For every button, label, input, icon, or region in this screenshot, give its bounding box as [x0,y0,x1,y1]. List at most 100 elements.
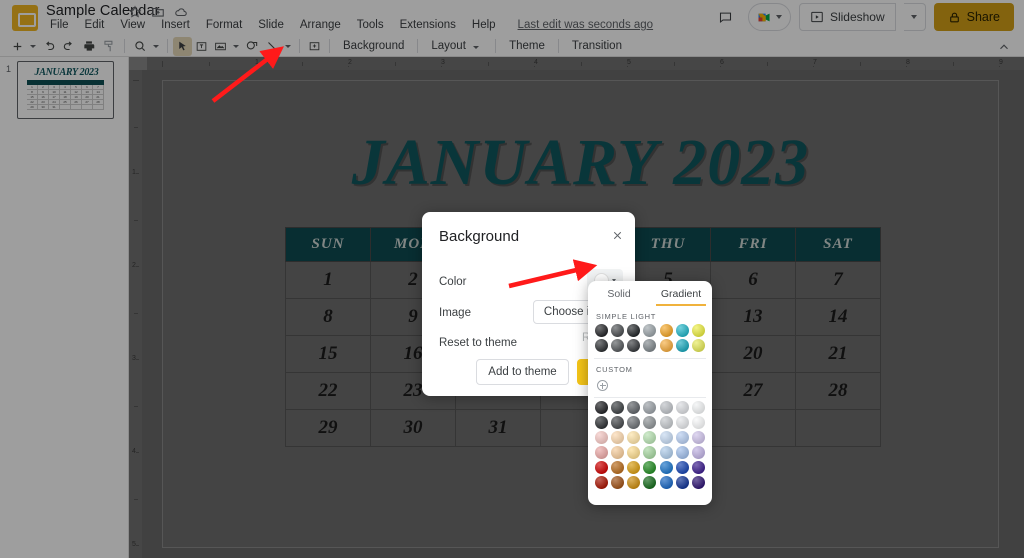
color-swatch[interactable] [643,324,657,337]
slideshow-button[interactable]: Slideshow [798,3,896,31]
tab-solid[interactable]: Solid [588,281,650,306]
calendar-day-cell[interactable]: 14 [795,298,881,336]
menu-edit[interactable]: Edit [77,19,113,31]
color-swatch[interactable] [643,339,657,352]
calendar-day-cell[interactable]: 7 [795,261,881,299]
color-picker-popup[interactable]: Solid Gradient SIMPLE LIGHT CUSTOM [588,281,712,505]
custom-color-swatch[interactable] [611,401,625,414]
slide-thumbnail[interactable]: JANUARY 2023 1 2 3 4 5 6 7 8 9 10 11 12 13 14 15 16 17 18… [17,61,114,119]
color-swatch[interactable] [659,339,673,352]
calendar-day-cell[interactable]: 1 [285,261,371,299]
custom-color-swatch[interactable] [595,431,609,444]
custom-color-swatch[interactable] [675,416,689,429]
custom-color-swatch[interactable] [691,401,705,414]
custom-color-swatch[interactable] [691,446,705,459]
custom-color-swatch[interactable] [595,461,609,474]
custom-color-swatch[interactable] [691,476,705,489]
custom-color-swatch[interactable] [643,416,657,429]
new-slide-icon[interactable] [8,37,27,56]
custom-color-swatch[interactable] [643,476,657,489]
horizontal-ruler[interactable]: 1 2 3 4 5 6 7 8 9 [129,57,1024,70]
calendar-day-cell[interactable]: 13 [710,298,796,336]
custom-color-swatch[interactable] [659,431,673,444]
select-cursor-icon[interactable] [173,36,192,56]
color-swatch[interactable] [595,324,609,337]
color-swatch[interactable] [627,339,641,352]
insert-line-caret-icon[interactable] [285,44,291,48]
color-swatch[interactable] [659,324,673,337]
calendar-day-cell[interactable]: 31 [455,409,541,447]
custom-color-swatch[interactable] [691,461,705,474]
custom-color-swatch[interactable] [675,446,689,459]
custom-color-swatch[interactable] [659,416,673,429]
zoom-caret-icon[interactable] [153,44,159,48]
move-to-folder-icon[interactable] [151,5,165,19]
slideshow-caret-button[interactable] [903,3,926,31]
insert-image-caret-icon[interactable] [233,44,239,48]
print-icon[interactable] [79,37,99,56]
color-swatch[interactable] [611,324,625,337]
custom-color-swatch[interactable] [611,446,625,459]
custom-color-swatch[interactable] [627,461,641,474]
menu-insert[interactable]: Insert [153,19,198,31]
custom-color-swatch[interactable] [691,416,705,429]
calendar-day-cell[interactable]: 28 [795,372,881,410]
star-icon[interactable] [128,5,142,19]
custom-color-swatch[interactable] [691,431,705,444]
comment-icon[interactable] [305,37,324,56]
transition-button[interactable]: Transition [564,40,630,52]
custom-color-swatch[interactable] [643,401,657,414]
calendar-day-cell[interactable]: 8 [285,298,371,336]
new-slide-caret-icon[interactable] [30,44,36,48]
menu-help[interactable]: Help [464,19,504,31]
calendar-day-cell[interactable]: 29 [285,409,371,447]
calendar-day-cell[interactable] [795,409,881,447]
calendar-day-cell[interactable]: 15 [285,335,371,373]
menu-extensions[interactable]: Extensions [392,19,464,31]
custom-color-swatch[interactable] [611,416,625,429]
layout-caret-icon[interactable] [473,46,480,49]
custom-color-swatch[interactable] [675,431,689,444]
custom-color-swatch[interactable] [675,461,689,474]
color-swatch[interactable] [611,339,625,352]
vertical-ruler[interactable]: 1 2 3 4 5 [129,70,142,558]
calendar-day-cell[interactable]: 6 [710,261,796,299]
layout-button[interactable]: Layout [423,40,490,52]
meet-caret-icon[interactable] [775,15,782,19]
color-swatch[interactable] [675,324,689,337]
menu-arrange[interactable]: Arrange [292,19,349,31]
custom-color-swatch[interactable] [595,446,609,459]
theme-button[interactable]: Theme [501,40,553,52]
slide-thumbnail-item[interactable]: 1 JANUARY 2023 1 2 3 4 5 6 7 8 9 10 11 12 13 14 15 16 17… [0,61,129,119]
last-edit-status[interactable]: Last edit was seconds ago [518,19,654,31]
color-swatch[interactable] [627,324,641,337]
calendar-day-cell[interactable] [710,409,796,447]
insert-line-icon[interactable] [262,37,282,56]
undo-icon[interactable] [39,37,59,56]
insert-image-icon[interactable] [211,37,230,56]
custom-color-swatch[interactable] [627,431,641,444]
zoom-icon[interactable] [130,37,150,56]
share-button[interactable]: Share [933,3,1014,31]
custom-color-swatch[interactable] [627,401,641,414]
custom-color-swatch[interactable] [675,476,689,489]
calendar-day-cell[interactable]: 21 [795,335,881,373]
close-icon[interactable] [609,227,625,243]
custom-color-swatch[interactable] [627,446,641,459]
tab-gradient[interactable]: Gradient [650,281,712,306]
color-swatch[interactable] [691,324,705,337]
custom-color-swatch[interactable] [659,461,673,474]
plus-circle-icon[interactable] [597,380,608,391]
collapse-toolbar-chevron-icon[interactable] [994,36,1014,57]
meet-button[interactable] [747,3,791,31]
calendar-day-cell[interactable]: 22 [285,372,371,410]
custom-color-swatch[interactable] [675,401,689,414]
custom-color-swatch[interactable] [595,401,609,414]
custom-color-swatch[interactable] [627,476,641,489]
text-box-icon[interactable] [192,37,211,56]
menu-tools[interactable]: Tools [349,19,392,31]
color-swatch[interactable] [691,339,705,352]
menu-format[interactable]: Format [198,19,250,31]
custom-color-swatch[interactable] [643,431,657,444]
slide-title-text[interactable]: JANUARY 2023 [163,125,998,201]
